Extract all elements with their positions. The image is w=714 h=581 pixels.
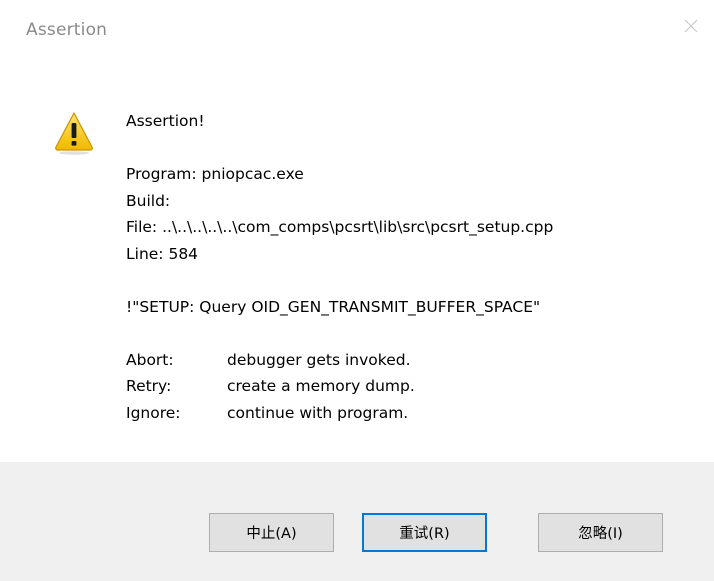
option-ignore: Ignore: continue with program. [126,400,553,427]
window-title: Assertion [26,20,108,40]
option-desc: create a memory dump. [227,377,415,395]
title-bar: Assertion [0,0,714,60]
option-desc: continue with program. [227,403,409,422]
warning-icon [55,112,93,155]
option-retry: Retry: create a memory dump. [126,373,553,400]
build-line: Build: [126,191,171,210]
assertion-message: Assertion! Program: pniopcac.exe Build: … [126,108,553,426]
assert-expression: !"SETUP: Query OID_GEN_TRANSMIT_BUFFER_S… [126,297,541,316]
message-heading: Assertion! [126,112,205,130]
retry-button[interactable]: 重试(R) [362,513,487,552]
close-icon [684,19,698,33]
abort-button[interactable]: 中止(A) [209,513,334,552]
close-button[interactable] [668,0,714,52]
program-line: Program: pniopcac.exe [126,165,304,183]
file-line: File: ..\..\..\..\..\com_comps\pcsrt\lib… [126,218,554,236]
option-key: Ignore: [126,403,181,422]
option-desc: debugger gets invoked. [227,350,411,369]
line-number: Line: 584 [126,244,199,263]
assertion-dialog: Assertion Assertion! Program: pniopcac.e… [0,0,714,581]
ignore-button[interactable]: 忽略(I) [538,513,663,552]
option-abort: Abort: debugger gets invoked. [126,347,553,374]
option-key: Retry: [126,377,172,395]
option-key: Abort: [126,350,174,369]
